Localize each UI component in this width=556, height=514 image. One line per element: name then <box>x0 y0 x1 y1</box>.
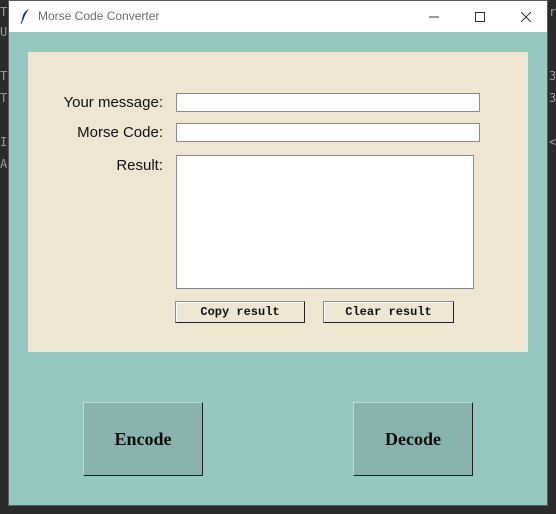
decode-button[interactable]: Decode <box>353 402 473 476</box>
converter-panel: Your message: Morse Code: Result: Copy r… <box>28 52 528 352</box>
app-window: Morse Code Converter Your message: Morse… <box>8 0 548 506</box>
minimize-icon <box>429 12 439 22</box>
copy-result-button[interactable]: Copy result <box>175 301 305 323</box>
morse-label: Morse Code: <box>77 124 163 141</box>
maximize-icon <box>475 11 485 22</box>
message-input[interactable] <box>176 93 480 112</box>
bg-terminal-char: 3 <box>549 91 556 105</box>
window-title: Morse Code Converter <box>38 9 160 23</box>
bg-terminal-char: A <box>0 157 8 171</box>
close-button[interactable] <box>503 1 549 32</box>
morse-input[interactable] <box>176 123 480 142</box>
bg-terminal-char: T <box>0 91 8 105</box>
bg-terminal-char: T <box>0 69 8 83</box>
bg-terminal-char: 3 <box>549 69 556 83</box>
result-textarea[interactable] <box>176 155 474 289</box>
bg-terminal-char: I <box>0 135 8 149</box>
feather-icon <box>19 8 31 24</box>
bg-terminal-char: U <box>0 25 8 39</box>
bg-terminal-char: < <box>549 135 556 149</box>
title-bar[interactable]: Morse Code Converter <box>9 1 547 32</box>
bg-terminal-char: r <box>549 5 556 19</box>
close-icon <box>521 11 531 22</box>
clear-result-button[interactable]: Clear result <box>323 301 454 323</box>
maximize-button[interactable] <box>457 1 503 32</box>
encode-button[interactable]: Encode <box>83 402 203 476</box>
minimize-button[interactable] <box>411 1 457 32</box>
bg-terminal-char: T <box>0 5 8 19</box>
result-label: Result: <box>116 157 163 174</box>
message-label: Your message: <box>63 94 163 111</box>
